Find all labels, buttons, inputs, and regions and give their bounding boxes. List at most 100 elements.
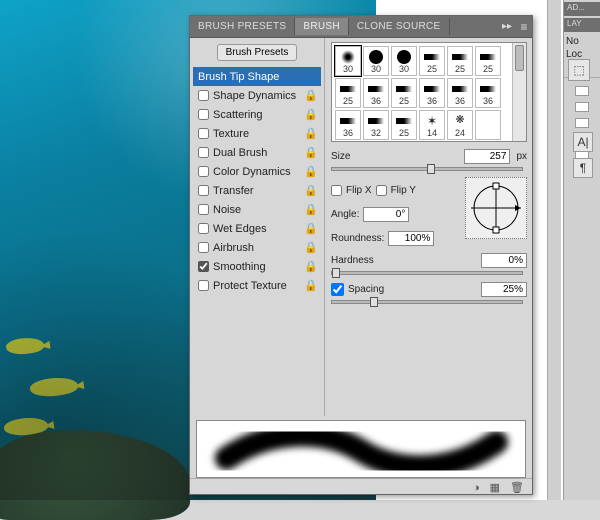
hardness-slider[interactable] — [331, 271, 523, 275]
brush-tip-grid[interactable]: 30 30 30 25 25 25 25 36 25 36 36 36 36 3… — [331, 42, 527, 142]
brush-thumb[interactable]: 36 — [475, 78, 501, 108]
brush-thumb[interactable]: 36 — [419, 78, 445, 108]
new-brush-icon[interactable]: ▦ — [490, 481, 500, 494]
brush-thumb[interactable]: 25 — [475, 46, 501, 76]
image-content — [5, 335, 45, 356]
option-transfer[interactable]: Transfer 🔒 — [193, 181, 321, 200]
option-checkbox[interactable] — [198, 280, 209, 291]
option-smoothing[interactable]: Smoothing 🔒 — [193, 257, 321, 276]
option-dual-brush[interactable]: Dual Brush 🔒 — [193, 143, 321, 162]
brush-thumb[interactable]: 36 — [363, 78, 389, 108]
layer-visibility-icon[interactable] — [575, 102, 589, 112]
layer-visibility-icon[interactable] — [575, 86, 589, 96]
brush-thumb[interactable]: 36 — [335, 110, 361, 140]
toggle-preview-icon[interactable]: ◑ — [473, 482, 480, 494]
option-airbrush[interactable]: Airbrush 🔒 — [193, 238, 321, 257]
option-checkbox[interactable] — [198, 147, 209, 158]
option-checkbox[interactable] — [198, 128, 209, 139]
lock-icon[interactable]: 🔒 — [305, 242, 317, 254]
option-label: Airbrush — [213, 242, 301, 254]
option-wet-edges[interactable]: Wet Edges 🔒 — [193, 219, 321, 238]
brush-thumb[interactable]: 25 — [391, 110, 417, 140]
panel-gutter — [547, 0, 561, 500]
size-unit: px — [516, 151, 527, 162]
option-protect-texture[interactable]: Protect Texture 🔒 — [193, 276, 321, 295]
lock-icon[interactable]: 🔒 — [305, 223, 317, 235]
lock-icon[interactable]: 🔒 — [305, 261, 317, 273]
brush-thumb[interactable]: 30 — [363, 46, 389, 76]
angle-label: Angle: — [331, 209, 359, 220]
brush-thumb[interactable]: 32 — [363, 110, 389, 140]
brush-thumb[interactable]: 30 — [335, 46, 361, 76]
tab-clone-source[interactable]: CLONE SOURCE — [349, 18, 450, 35]
brush-thumb[interactable]: 25 — [391, 78, 417, 108]
option-label: Color Dynamics — [213, 166, 301, 178]
angle-input[interactable] — [363, 207, 409, 222]
collapsed-tool-column: A| ¶ — [573, 132, 595, 178]
flip-y-checkbox[interactable] — [376, 185, 387, 196]
option-checkbox[interactable] — [198, 223, 209, 234]
hardness-input[interactable] — [481, 253, 527, 268]
brush-thumb[interactable] — [475, 110, 501, 140]
option-label: Smoothing — [213, 261, 301, 273]
option-scattering[interactable]: Scattering 🔒 — [193, 105, 321, 124]
brush-thumb[interactable]: 25 — [419, 46, 445, 76]
lock-icon[interactable]: 🔒 — [305, 147, 317, 159]
brush-thumb[interactable]: 30 — [391, 46, 417, 76]
roundness-input[interactable] — [388, 231, 434, 246]
hardness-label: Hardness — [331, 255, 374, 266]
image-content — [3, 415, 49, 438]
dock-icon[interactable]: ⬚ — [568, 59, 590, 81]
lock-icon[interactable]: 🔒 — [305, 128, 317, 140]
brush-presets-button[interactable]: Brush Presets — [217, 44, 298, 61]
option-checkbox[interactable] — [198, 185, 209, 196]
flip-x-checkbox[interactable] — [331, 185, 342, 196]
option-texture[interactable]: Texture 🔒 — [193, 124, 321, 143]
lock-icon[interactable]: 🔒 — [305, 90, 317, 102]
option-checkbox[interactable] — [198, 90, 209, 101]
blend-mode-dropdown[interactable]: No — [566, 36, 598, 47]
spacing-input[interactable] — [481, 282, 527, 297]
brush-thumb[interactable]: ✶14 — [419, 110, 445, 140]
brush-thumb[interactable]: 36 — [447, 78, 473, 108]
trash-icon[interactable]: 🗑 — [510, 481, 524, 494]
option-checkbox[interactable] — [198, 261, 209, 272]
lock-icon[interactable]: 🔒 — [305, 166, 317, 178]
option-label: Transfer — [213, 185, 301, 197]
layer-visibility-icon[interactable] — [575, 118, 589, 128]
option-checkbox[interactable] — [198, 166, 209, 177]
tab-brush-presets[interactable]: BRUSH PRESETS — [190, 18, 295, 35]
roundness-label: Roundness: — [331, 233, 384, 244]
option-checkbox[interactable] — [198, 204, 209, 215]
image-content — [0, 430, 190, 520]
dock-tab-layers[interactable]: LAY — [564, 18, 600, 32]
brush-settings-pane: 30 30 30 25 25 25 25 36 25 36 36 36 36 3… — [325, 38, 532, 416]
option-color-dynamics[interactable]: Color Dynamics 🔒 — [193, 162, 321, 181]
lock-icon[interactable]: 🔒 — [305, 185, 317, 197]
option-shape-dynamics[interactable]: Shape Dynamics 🔒 — [193, 86, 321, 105]
brush-options-sidebar: Brush Presets Brush Tip Shape Shape Dyna… — [190, 38, 325, 416]
option-checkbox[interactable] — [198, 109, 209, 120]
brush-thumb-scrollbar[interactable] — [512, 43, 526, 141]
panel-collapse-icon[interactable]: ▸▸ — [498, 21, 516, 32]
character-panel-icon[interactable]: A| — [573, 132, 593, 152]
size-input[interactable] — [464, 149, 510, 164]
tab-brush[interactable]: BRUSH — [295, 18, 349, 35]
lock-icon[interactable]: 🔒 — [305, 109, 317, 121]
spacing-checkbox[interactable] — [331, 283, 344, 296]
option-brush-tip-shape[interactable]: Brush Tip Shape — [193, 67, 321, 86]
option-noise[interactable]: Noise 🔒 — [193, 200, 321, 219]
brush-thumb[interactable]: 25 — [335, 78, 361, 108]
size-slider[interactable] — [331, 167, 523, 171]
option-checkbox[interactable] — [198, 242, 209, 253]
lock-icon[interactable]: 🔒 — [305, 204, 317, 216]
panel-menu-icon[interactable]: ≡ — [516, 20, 532, 34]
spacing-label: Spacing — [348, 284, 384, 295]
spacing-slider[interactable] — [331, 300, 523, 304]
dock-tab-adjustments[interactable]: AD... — [564, 2, 600, 16]
lock-icon[interactable]: 🔒 — [305, 280, 317, 292]
angle-roundness-widget[interactable] — [465, 177, 527, 239]
brush-thumb[interactable]: ❋24 — [447, 110, 473, 140]
brush-thumb[interactable]: 25 — [447, 46, 473, 76]
paragraph-panel-icon[interactable]: ¶ — [573, 158, 593, 178]
